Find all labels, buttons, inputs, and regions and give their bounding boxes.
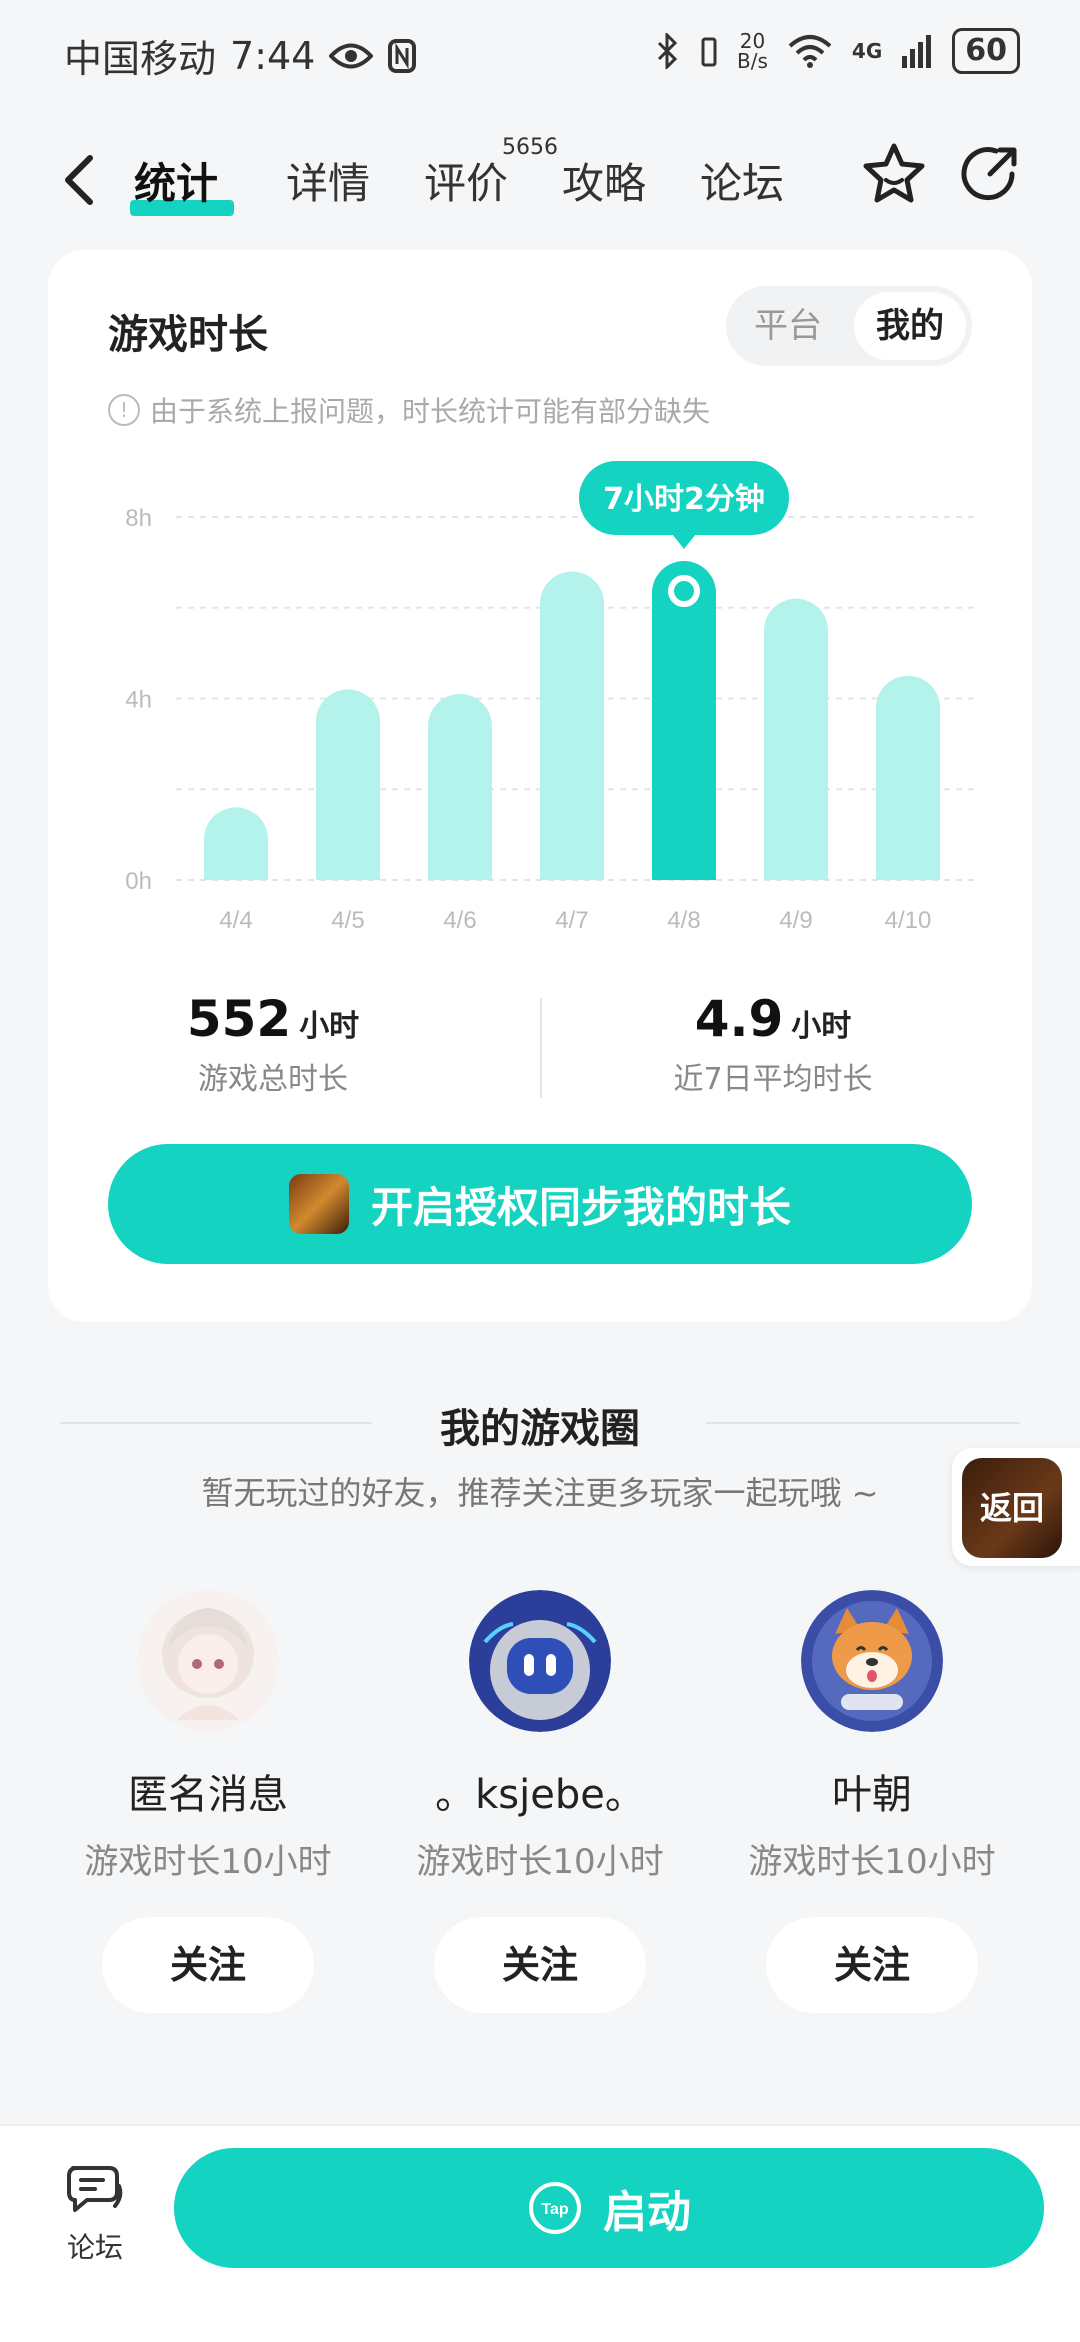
chart-bar[interactable]	[204, 807, 268, 880]
game-circle-subtitle: 暂无玩过的好友，推荐关注更多玩家一起玩哦 ~	[201, 1474, 879, 1512]
user-name: 匿名消息	[128, 1772, 288, 1818]
signal-icon	[902, 35, 932, 68]
user-playtime: 游戏时长10小时	[84, 1842, 332, 1882]
launch-game-label: 启动	[603, 2187, 691, 2238]
carrier-label: 中国移动	[64, 37, 217, 81]
tooltip-text: 7小时2分钟	[603, 482, 765, 517]
source-segment-control: 平台 我的	[726, 286, 972, 366]
user-card: 匿名消息 游戏时长10小时 关注	[58, 1590, 358, 2013]
clock: 7:44	[230, 33, 316, 78]
bluetooth-icon	[657, 33, 678, 69]
battery-saver-icon	[701, 37, 717, 67]
net-speed-value: 20	[739, 29, 766, 53]
stat-divider	[540, 998, 542, 1098]
tab-forum[interactable]: 论坛	[700, 150, 784, 211]
segment-mine[interactable]: 我的	[854, 292, 966, 360]
notice-text: 由于系统上报问题，时长统计可能有部分缺失	[150, 395, 711, 428]
user-card: 叶朝 游戏时长10小时 关注	[722, 1590, 1022, 2013]
info-icon: !	[108, 394, 140, 426]
back-arrow-icon[interactable]	[60, 152, 100, 208]
authorize-sync-label: 开启授权同步我的时长	[370, 1182, 791, 1232]
game-thumbnail	[288, 1174, 349, 1234]
floating-back-label: 返回	[962, 1458, 1062, 1558]
floating-back-button[interactable]: 返回	[952, 1448, 1080, 1566]
game-circle-title: 我的游戏圈	[440, 1406, 640, 1452]
status-left: 中国移动 7:44	[64, 28, 417, 83]
avatar[interactable]	[137, 1590, 279, 1732]
x-tick-label: 4/4	[219, 907, 252, 934]
user-playtime: 游戏时长10小时	[748, 1842, 996, 1882]
tab-guides[interactable]: 攻略	[562, 150, 646, 211]
x-tick-label: 4/7	[555, 907, 588, 934]
share-icon[interactable]	[956, 140, 1024, 208]
x-tick-label: 4/10	[885, 907, 932, 934]
total-hours-value: 552	[186, 990, 292, 1048]
tab-reviews[interactable]: 评价	[424, 150, 508, 211]
chart-bar[interactable]	[540, 571, 604, 880]
eye-icon	[329, 43, 374, 68]
user-name: 叶朝	[832, 1772, 912, 1818]
total-hours-unit: 小时	[299, 1009, 360, 1044]
average-playtime-stat: 4.9 小时 近7日平均时长	[608, 990, 938, 1098]
launch-game-button[interactable]: Tap 启动	[174, 2148, 1044, 2268]
data-notice: ! 由于系统上报问题，时长统计可能有部分缺失	[108, 390, 710, 430]
chat-bubble-icon	[67, 2166, 123, 2212]
avg-hours-unit: 小时	[791, 1009, 852, 1044]
authorize-sync-button[interactable]: 开启授权同步我的时长	[108, 1144, 972, 1264]
user-name: 。ksjebe。	[435, 1772, 645, 1818]
net-speed-unit: B/s	[737, 49, 768, 73]
chart-bar[interactable]	[876, 675, 940, 880]
avatar[interactable]	[801, 1590, 943, 1732]
chart-bar[interactable]	[652, 561, 716, 880]
total-playtime-stat: 552 小时 游戏总时长	[108, 990, 438, 1098]
card-title: 游戏时长	[108, 312, 268, 358]
top-nav: 统计 详情 评价 5656 攻略 论坛	[0, 130, 1080, 230]
user-card: 。ksjebe。 游戏时长10小时 关注	[390, 1590, 690, 2013]
segment-platform[interactable]: 平台	[732, 292, 844, 360]
star-icon[interactable]	[860, 140, 928, 208]
follow-button[interactable]: 关注	[102, 1917, 314, 2013]
user-playtime: 游戏时长10小时	[416, 1842, 664, 1882]
tab-stats[interactable]: 统计	[134, 150, 218, 211]
total-hours-label: 游戏总时长	[198, 1062, 348, 1097]
status-right: 20 B/s 4G 60	[655, 28, 1020, 74]
playtime-card: 游戏时长 平台 我的 ! 由于系统上报问题，时长统计可能有部分缺失 0h 4h 8h…	[48, 250, 1032, 1322]
avg-hours-label: 近7日平均时长	[673, 1062, 873, 1097]
x-tick-label: 4/9	[779, 907, 812, 934]
forum-shortcut-label: 论坛	[66, 2231, 123, 2264]
wifi-icon	[788, 35, 832, 68]
avg-hours-value: 4.9	[694, 990, 784, 1048]
chart-bar[interactable]	[316, 689, 380, 880]
tooltip-pointer	[672, 534, 696, 550]
y-tick-label: 8h	[125, 505, 152, 532]
x-tick-label: 4/8	[667, 907, 700, 934]
forum-shortcut[interactable]: 论坛	[40, 2162, 150, 2266]
nfc-icon	[388, 38, 417, 73]
battery-indicator: 60	[952, 28, 1020, 74]
review-count-badge: 5656	[502, 135, 558, 160]
avatar[interactable]	[469, 1590, 611, 1732]
chart-bar[interactable]	[428, 693, 492, 880]
bottom-action-bar: 论坛 Tap 启动	[0, 2124, 1080, 2342]
taptap-logo-icon: Tap	[529, 2182, 581, 2234]
x-tick-label: 4/5	[331, 907, 364, 934]
follow-button[interactable]: 关注	[766, 1917, 978, 2013]
x-tick-label: 4/6	[443, 907, 476, 934]
chart-bar[interactable]	[764, 598, 828, 880]
y-tick-label: 0h	[125, 868, 152, 895]
network-type: 4G	[851, 39, 883, 63]
net-speed: 20 B/s	[737, 31, 768, 71]
taptap-logo-text: Tap	[541, 2201, 568, 2218]
status-bar: 中国移动 7:44 20 B/s 4G 60	[0, 0, 1080, 105]
tab-details[interactable]: 详情	[286, 150, 370, 211]
y-tick-label: 4h	[125, 687, 152, 714]
follow-button[interactable]: 关注	[434, 1917, 646, 2013]
playtime-bar-chart: 0h 4h 8h 4/4 4/5 4/6 4/7 4/8 7小时2分钟 4/9 4/10	[125, 461, 978, 934]
